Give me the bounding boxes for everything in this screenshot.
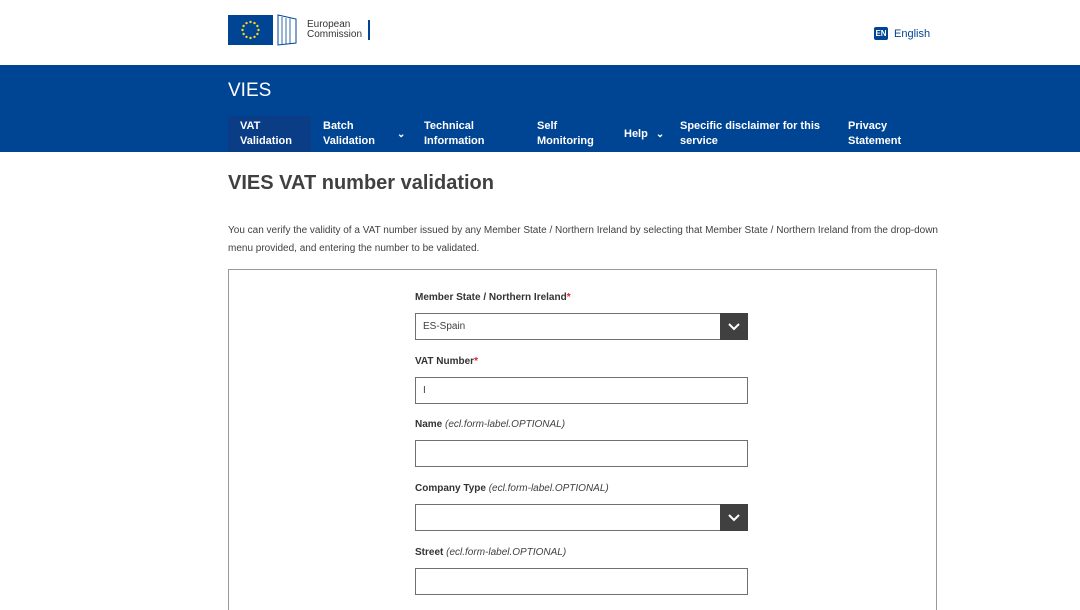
select-toggle[interactable]	[720, 313, 748, 340]
top-bar: European Commission EN English	[0, 0, 1080, 65]
language-selector[interactable]: EN English	[874, 27, 930, 40]
street-label: Street (ecl.form-label.OPTIONAL)	[415, 547, 566, 558]
nav-label-line2: Validation	[323, 135, 375, 147]
language-label: English	[894, 27, 931, 40]
company-type-label: Company Type (ecl.form-label.OPTIONAL)	[415, 483, 609, 494]
optional-hint: (ecl.form-label.OPTIONAL)	[445, 419, 566, 430]
nav-label-line2: service	[680, 135, 718, 147]
nav-label-line2: Validation	[240, 135, 292, 147]
nav-self-monitoring[interactable]: Self Monitoring	[537, 116, 607, 152]
nav-label-line1: Help	[624, 127, 648, 140]
nav-privacy-statement[interactable]: Privacy Statement	[848, 116, 918, 152]
nav-label-line2: Information	[424, 135, 485, 147]
nav-label-line1: Batch	[323, 120, 354, 132]
nav-vat-validation[interactable]: VAT Validation	[228, 116, 311, 152]
chevron-down-icon: ⌄	[655, 128, 665, 140]
nav-help[interactable]: Help ⌄	[624, 116, 674, 152]
nav-batch-validation[interactable]: Batch Validation ⌄	[323, 116, 413, 152]
name-label-text: Name	[415, 419, 443, 430]
chevron-down-icon: ⌄	[396, 128, 406, 140]
nav-label-line1: Privacy	[848, 120, 888, 132]
required-mark: *	[474, 356, 478, 367]
eu-flag-icon	[228, 15, 273, 45]
chevron-down-icon	[728, 513, 740, 521]
street-label-text: Street	[415, 547, 444, 558]
site-header: VIES VAT Validation Batch Validation ⌄ Tec…	[0, 65, 1080, 152]
nav-label-line1: Self	[537, 120, 558, 132]
nav-label-line1: Specific disclaimer for this	[680, 120, 820, 132]
nav-label-line1: VAT	[240, 120, 261, 132]
logo-line2: Commission	[307, 29, 363, 40]
nav-label-line2: Monitoring	[537, 135, 594, 147]
logo-divider	[368, 20, 371, 40]
nav-label-line2: Statement	[848, 135, 902, 147]
chevron-down-icon	[728, 322, 740, 330]
page-title: VIES VAT number validation	[228, 172, 494, 194]
commission-building-icon	[276, 13, 304, 47]
name-input[interactable]	[415, 440, 748, 467]
nav-specific-disclaimer[interactable]: Specific disclaimer for this service	[680, 116, 830, 152]
optional-hint: (ecl.form-label.OPTIONAL)	[488, 483, 609, 494]
member-state-label-text: Member State / Northern Ireland	[415, 292, 567, 303]
member-state-select[interactable]: ES-Spain	[415, 313, 748, 340]
nav-label-line1: Technical	[424, 120, 474, 132]
street-input[interactable]	[415, 568, 748, 595]
logo-text: European Commission	[307, 20, 362, 40]
company-type-select[interactable]	[415, 504, 748, 531]
vat-number-label: VAT Number*	[415, 356, 478, 367]
optional-hint: (ecl.form-label.OPTIONAL)	[446, 547, 567, 558]
company-type-label-text: Company Type	[415, 483, 486, 494]
european-commission-logo[interactable]: European Commission	[228, 13, 371, 47]
site-name[interactable]: VIES	[228, 80, 271, 102]
vat-label-text: VAT Number	[415, 356, 475, 367]
name-label: Name (ecl.form-label.OPTIONAL)	[415, 419, 565, 430]
nav-technical-information[interactable]: Technical Information	[424, 116, 504, 152]
select-toggle[interactable]	[720, 504, 748, 531]
intro-text: You can verify the validity of a VAT num…	[228, 225, 938, 254]
vat-number-input[interactable]: I	[415, 377, 748, 404]
member-state-value: ES-Spain	[423, 321, 466, 332]
vat-number-value: I	[423, 385, 426, 396]
language-code-icon: EN	[874, 27, 888, 40]
member-state-label: Member State / Northern Ireland*	[415, 292, 571, 303]
required-mark: *	[566, 292, 571, 303]
